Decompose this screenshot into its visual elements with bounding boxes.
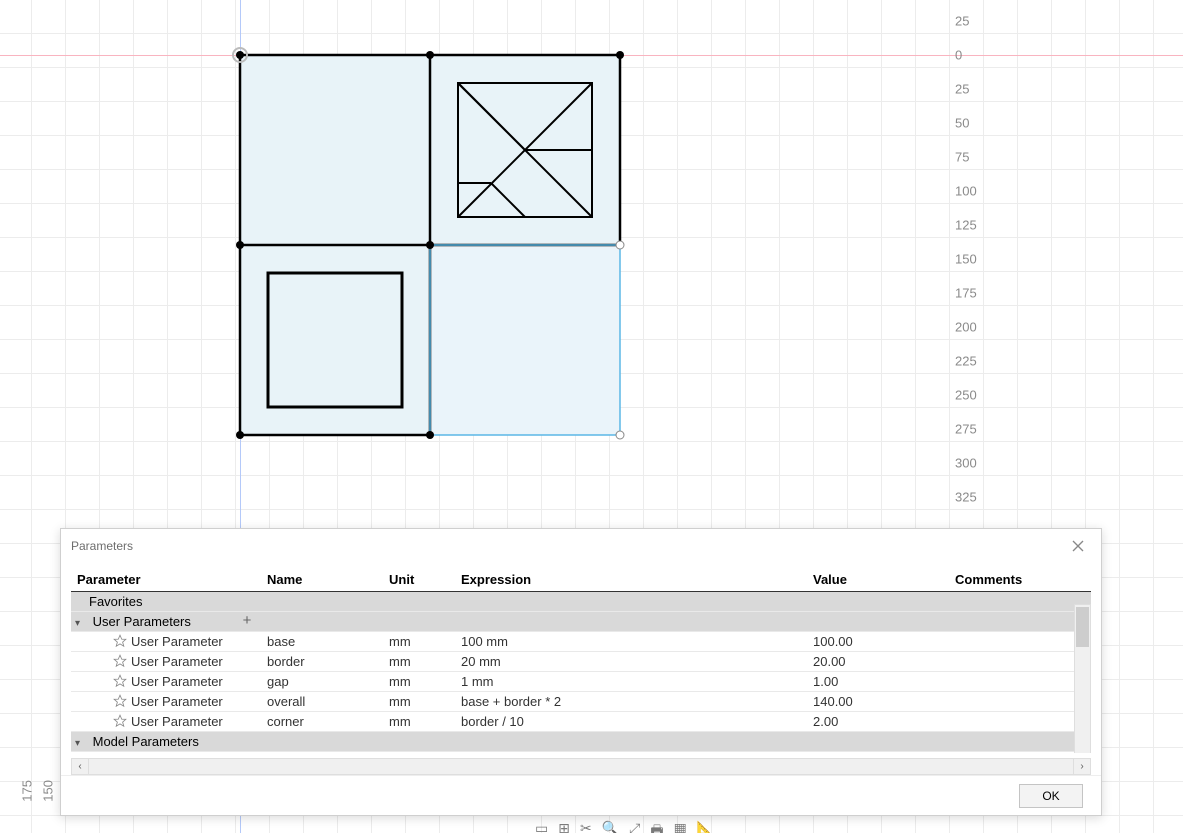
cell-comments[interactable]: [949, 632, 1091, 652]
star-icon[interactable]: [113, 654, 127, 668]
row-label: User Parameter: [131, 714, 223, 729]
row-label: User Parameter: [131, 674, 223, 689]
col-header-name[interactable]: Name: [261, 568, 383, 592]
cell-expression[interactable]: 100 mm: [455, 632, 807, 652]
scrollbar-thumb[interactable]: [1076, 607, 1089, 647]
table-row[interactable]: User Parameter bordermm20 mm20.00: [71, 652, 1091, 672]
add-parameter-button[interactable]: +: [239, 614, 255, 630]
cell-value[interactable]: 1.00: [807, 672, 949, 692]
section-label: Model Parameters: [93, 734, 199, 749]
col-header-parameter[interactable]: Parameter: [71, 568, 261, 592]
col-header-expression[interactable]: Expression: [455, 568, 807, 592]
cell-comments[interactable]: [949, 692, 1091, 712]
cell-value[interactable]: 140.00: [807, 692, 949, 712]
ok-button[interactable]: OK: [1019, 784, 1083, 808]
star-icon[interactable]: [113, 674, 127, 688]
row-label: User Parameter: [131, 634, 223, 649]
cell-name[interactable]: base: [261, 632, 383, 652]
cell-expression[interactable]: border / 10: [455, 712, 807, 732]
dialog-body: Parameter Name Unit Expression Value Com…: [61, 562, 1101, 753]
tool-icon[interactable]: ⊞: [558, 820, 570, 833]
cell-unit[interactable]: mm: [383, 692, 455, 712]
col-header-value[interactable]: Value: [807, 568, 949, 592]
parameters-table[interactable]: Parameter Name Unit Expression Value Com…: [71, 568, 1091, 752]
cell-expression[interactable]: 20 mm: [455, 652, 807, 672]
cell-value[interactable]: 2.00: [807, 712, 949, 732]
close-icon: [1072, 540, 1084, 552]
star-icon[interactable]: [113, 634, 127, 648]
scroll-left-button[interactable]: ‹: [72, 759, 89, 774]
cell-name[interactable]: overall: [261, 692, 383, 712]
cell-unit[interactable]: mm: [383, 652, 455, 672]
section-label: User Parameters: [93, 614, 191, 629]
cell-expression[interactable]: base + border * 2: [455, 692, 807, 712]
row-label: User Parameter: [131, 694, 223, 709]
table-header-row: Parameter Name Unit Expression Value Com…: [71, 568, 1091, 592]
cell-name[interactable]: gap: [261, 672, 383, 692]
section-user-parameters[interactable]: ▾ User Parameters +: [71, 612, 1091, 632]
cell-comments[interactable]: [949, 652, 1091, 672]
sketch-region-br[interactable]: [430, 245, 620, 435]
scroll-right-button[interactable]: ›: [1073, 759, 1090, 774]
table-row[interactable]: User Parameter gapmm1 mm1.00: [71, 672, 1091, 692]
chevron-down-icon[interactable]: ▾: [75, 738, 85, 749]
section-favorites[interactable]: Favorites: [71, 592, 1091, 612]
cell-value[interactable]: 20.00: [807, 652, 949, 672]
cell-unit[interactable]: mm: [383, 632, 455, 652]
dialog-title: Parameters: [71, 539, 1065, 553]
vertical-scrollbar[interactable]: [1074, 604, 1091, 753]
col-header-unit[interactable]: Unit: [383, 568, 455, 592]
table-row[interactable]: User Parameter overallmmbase + border * 2…: [71, 692, 1091, 712]
row-label: User Parameter: [131, 654, 223, 669]
section-label: Favorites: [89, 594, 142, 609]
bottom-toolbar[interactable]: ▭ ⊞ ✂ 🔍 ⤢ 🖶 ▦ 📐: [535, 820, 714, 833]
cell-value[interactable]: 100.00: [807, 632, 949, 652]
cell-unit[interactable]: mm: [383, 672, 455, 692]
tool-icon[interactable]: ⤢: [629, 820, 640, 833]
tool-icon[interactable]: 📐: [697, 820, 714, 833]
tool-icon[interactable]: ✂: [580, 820, 592, 833]
cell-comments[interactable]: [949, 712, 1091, 732]
parameters-dialog: Parameters Parameter Name Unit Expressio…: [60, 528, 1102, 816]
dialog-footer: OK: [61, 775, 1101, 815]
dialog-titlebar[interactable]: Parameters: [61, 529, 1101, 562]
tool-icon[interactable]: 🔍: [602, 820, 619, 833]
tool-icon[interactable]: ▦: [674, 820, 687, 833]
close-button[interactable]: [1065, 533, 1091, 559]
cell-name[interactable]: corner: [261, 712, 383, 732]
cell-unit[interactable]: mm: [383, 712, 455, 732]
tool-icon[interactable]: ▭: [535, 820, 548, 833]
table-row[interactable]: User Parameter cornermmborder / 102.00: [71, 712, 1091, 732]
table-row[interactable]: User Parameter basemm100 mm100.00: [71, 632, 1091, 652]
star-icon[interactable]: [113, 714, 127, 728]
section-model-parameters[interactable]: ▾ Model Parameters: [71, 732, 1091, 752]
tool-icon[interactable]: 🖶: [650, 820, 663, 833]
cell-comments[interactable]: [949, 672, 1091, 692]
horizontal-scrollbar[interactable]: ‹ ›: [71, 758, 1091, 775]
cell-expression[interactable]: 1 mm: [455, 672, 807, 692]
col-header-comments[interactable]: Comments: [949, 568, 1091, 592]
chevron-down-icon[interactable]: ▾: [75, 618, 85, 629]
star-icon[interactable]: [113, 694, 127, 708]
cell-name[interactable]: border: [261, 652, 383, 672]
